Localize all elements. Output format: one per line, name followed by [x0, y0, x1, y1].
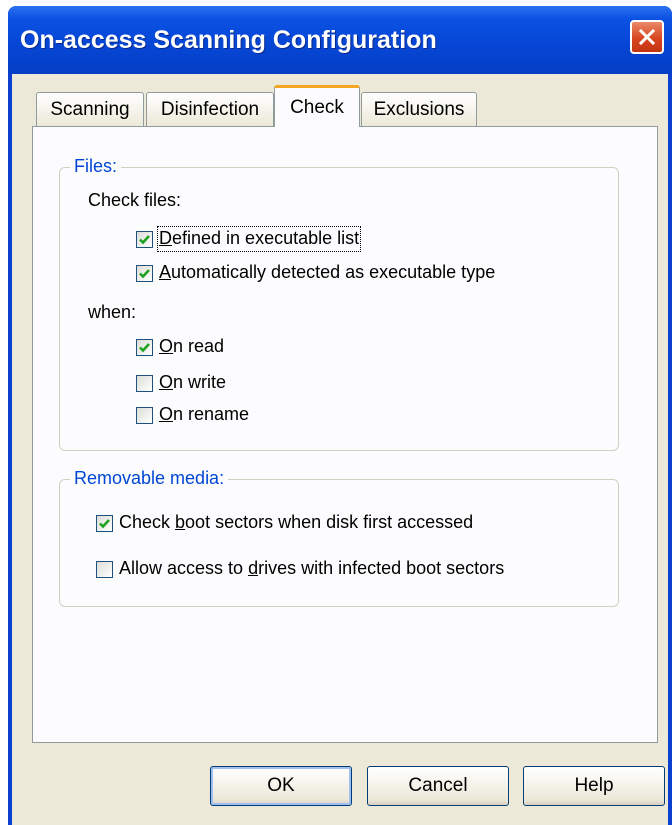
close-button[interactable]: [630, 20, 664, 54]
checkmark-icon: [139, 234, 150, 244]
checkbox-box[interactable]: [136, 264, 153, 282]
close-icon: [639, 29, 655, 45]
tab-check[interactable]: Check: [274, 85, 360, 127]
tab-disinfection[interactable]: Disinfection: [146, 92, 274, 126]
checkbox-label: On read: [159, 336, 225, 356]
ok-button[interactable]: OK: [210, 766, 352, 806]
checkbox-label: Allow access to drives with infected boo…: [119, 558, 505, 578]
check-files-label: Check files:: [88, 190, 182, 210]
tab-label: Exclusions: [373, 98, 465, 120]
check-boot-sectors-checkbox[interactable]: Check boot sectors when disk first acces…: [96, 512, 473, 534]
title-bar[interactable]: On-access Scanning Configuration: [8, 6, 672, 74]
tab-label: Scanning: [50, 98, 130, 120]
tab-label: Check: [290, 96, 344, 118]
window-title: On-access Scanning Configuration: [20, 26, 437, 54]
tab-label: Disinfection: [160, 98, 260, 120]
defined-in-executable-list-checkbox[interactable]: Defined in executable list: [136, 226, 362, 252]
checkbox-label: On rename: [159, 404, 250, 424]
help-button-label: Help: [574, 775, 614, 796]
checkbox-box[interactable]: [136, 338, 153, 356]
checkbox-box[interactable]: [136, 374, 153, 392]
checkmark-icon: [139, 342, 150, 352]
dialog-window: On-access Scanning Configuration Scannin…: [8, 6, 672, 825]
files-group-legend: Files:: [70, 156, 122, 177]
dialog-body: Scanning Disinfection Check Exclusions F…: [12, 74, 668, 825]
cancel-button[interactable]: Cancel: [367, 766, 509, 806]
removable-media-group: Removable media: Check boot sectors when…: [59, 468, 619, 607]
check-tab-panel: Files: Check files: Defined in executabl…: [32, 126, 658, 743]
checkbox-label: Automatically detected as executable typ…: [159, 262, 496, 282]
checkbox-box[interactable]: [96, 514, 113, 532]
removable-media-group-legend: Removable media:: [70, 468, 229, 489]
checkbox-label: Check boot sectors when disk first acces…: [119, 512, 474, 532]
cancel-button-label: Cancel: [408, 775, 468, 796]
checkbox-box[interactable]: [96, 560, 113, 578]
checkbox-box[interactable]: [136, 230, 153, 248]
on-read-checkbox[interactable]: On read: [136, 336, 224, 358]
tab-scanning[interactable]: Scanning: [36, 92, 144, 126]
checkbox-label: On write: [159, 372, 227, 392]
checkmark-icon: [139, 268, 150, 278]
files-group: Files: Check files: Defined in executabl…: [59, 156, 619, 451]
tab-exclusions[interactable]: Exclusions: [361, 92, 477, 126]
checkmark-icon: [99, 518, 110, 528]
when-label: when:: [88, 302, 137, 322]
auto-detected-executable-checkbox[interactable]: Automatically detected as executable typ…: [136, 262, 495, 284]
help-button[interactable]: Help: [523, 766, 665, 806]
ok-button-label: OK: [267, 775, 295, 796]
allow-infected-drives-checkbox[interactable]: Allow access to drives with infected boo…: [96, 558, 504, 580]
checkbox-box[interactable]: [136, 406, 153, 424]
on-rename-checkbox[interactable]: On rename: [136, 404, 249, 426]
on-write-checkbox[interactable]: On write: [136, 372, 226, 394]
checkbox-label: Defined in executable list: [156, 226, 362, 252]
